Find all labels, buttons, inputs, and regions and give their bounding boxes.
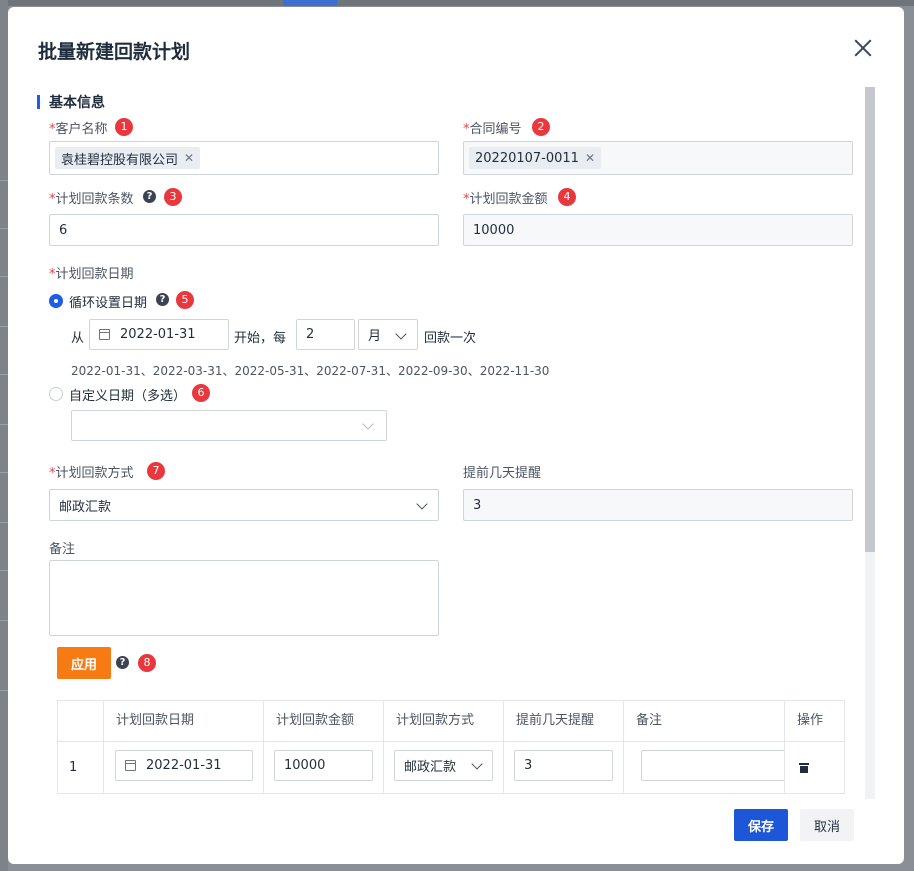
section-title: 基本信息 [49, 95, 105, 111]
question-circle-icon[interactable]: ? [116, 656, 129, 669]
save-button[interactable]: 保存 [734, 809, 788, 841]
customer-label: *客户名称 [49, 122, 108, 137]
remind-label: 提前几天提醒 [463, 466, 542, 481]
calendar-icon [99, 329, 110, 340]
note-label: 备注 [49, 542, 76, 557]
annotation-badge-5: 5 [176, 291, 194, 309]
row-amount-input[interactable]: 10000 [274, 750, 373, 781]
method-select[interactable]: 邮政汇款 [49, 489, 439, 521]
cancel-button[interactable]: 取消 [800, 809, 854, 841]
custom-label: 自定义日期（多选） [69, 389, 187, 404]
row-method-cell: 邮政汇款 [383, 742, 503, 793]
interval-input[interactable]: 2 [296, 319, 355, 350]
from-text: 从 [71, 331, 85, 346]
date-header: 计划回款日期 [103, 701, 263, 741]
action-header: 操作 [784, 701, 844, 741]
annotation-badge-2: 2 [532, 118, 550, 136]
start-text: 开始，每 [234, 331, 287, 346]
background-left-edge [0, 0, 8, 871]
row-note-input[interactable] [641, 750, 791, 781]
row-method-select[interactable]: 邮政汇款 [394, 750, 493, 781]
note-header: 备注 [623, 701, 784, 741]
row-remind-cell: 3 [503, 742, 623, 793]
unit-select[interactable]: 月 [358, 319, 418, 350]
row-date-cell: 2022-01-31 [103, 742, 263, 793]
contract-label: *合同编号 [463, 122, 522, 137]
row-index-cell: 1 [58, 742, 103, 793]
date-label: *计划回款日期 [49, 267, 134, 282]
section-marker [37, 95, 40, 109]
count-input[interactable]: 6 [49, 214, 439, 246]
table-header-row: 计划回款日期 计划回款金额 计划回款方式 提前几天提醒 备注 操作 [58, 701, 844, 742]
calendar-icon [125, 760, 136, 771]
remind-header: 提前几天提醒 [503, 701, 623, 741]
background-top-nav [0, 0, 914, 6]
index-header [58, 701, 103, 741]
contract-tag: 20220107-0011 ✕ [469, 147, 602, 169]
row-note-cell [623, 742, 791, 793]
contract-select[interactable]: 20220107-0011 ✕ [463, 141, 853, 175]
tag-remove-icon[interactable]: ✕ [184, 151, 194, 165]
annotation-badge-4: 4 [558, 188, 576, 206]
amount-input[interactable]: 10000 [463, 214, 853, 246]
tag-remove-icon[interactable]: ✕ [585, 151, 595, 165]
start-date-picker[interactable]: 2022-01-31 [89, 319, 229, 350]
amount-header: 计划回款金额 [263, 701, 383, 741]
customer-select[interactable]: 袁桂碧控股有限公司 ✕ [49, 141, 439, 175]
question-circle-icon[interactable]: ? [156, 293, 169, 306]
chevron-down-icon [471, 758, 483, 770]
chevron-down-icon [416, 498, 428, 510]
row-remind-input[interactable]: 3 [514, 750, 613, 781]
custom-radio[interactable] [49, 387, 63, 401]
batch-create-dialog: 批量新建回款计划 基本信息 *客户名称 1 袁桂碧控股有限公司 ✕ *合同编号 2… [8, 7, 904, 864]
row-action-cell [784, 742, 844, 793]
amount-label: *计划回款金额 [463, 192, 548, 207]
annotation-badge-8: 8 [138, 654, 156, 672]
row-date-picker[interactable]: 2022-01-31 [115, 750, 253, 781]
trash-icon[interactable] [799, 762, 809, 773]
close-icon[interactable] [850, 35, 876, 61]
custom-date-select[interactable] [71, 410, 387, 441]
cycle-radio[interactable] [49, 294, 63, 308]
count-label: *计划回款条数 [49, 192, 134, 207]
dialog-title: 批量新建回款计划 [38, 41, 191, 63]
chevron-down-icon [362, 418, 374, 430]
date-preview: 2022-01-31、2022-03-31、2022-05-31、2022-07… [71, 364, 550, 378]
note-textarea[interactable] [49, 560, 439, 636]
row-index: 1 [69, 760, 78, 775]
apply-button[interactable]: 应用 [57, 647, 111, 679]
plan-table: 计划回款日期 计划回款金额 计划回款方式 提前几天提醒 备注 操作 1 2022… [57, 700, 845, 794]
remind-input[interactable]: 3 [463, 489, 853, 521]
method-label: *计划回款方式 [49, 466, 134, 481]
customer-tag: 袁桂碧控股有限公司 ✕ [55, 147, 201, 169]
annotation-badge-3: 3 [164, 188, 182, 206]
question-circle-icon[interactable]: ? [143, 190, 156, 203]
method-header: 计划回款方式 [383, 701, 503, 741]
row-amount-cell: 10000 [263, 742, 383, 793]
annotation-badge-7: 7 [147, 462, 165, 480]
chevron-down-icon [395, 328, 407, 340]
scrollbar-thumb[interactable] [865, 87, 875, 552]
suffix-text: 回款一次 [424, 331, 477, 346]
cycle-label: 循环设置日期 [69, 296, 148, 311]
annotation-badge-6: 6 [192, 384, 210, 402]
annotation-badge-1: 1 [115, 118, 133, 136]
